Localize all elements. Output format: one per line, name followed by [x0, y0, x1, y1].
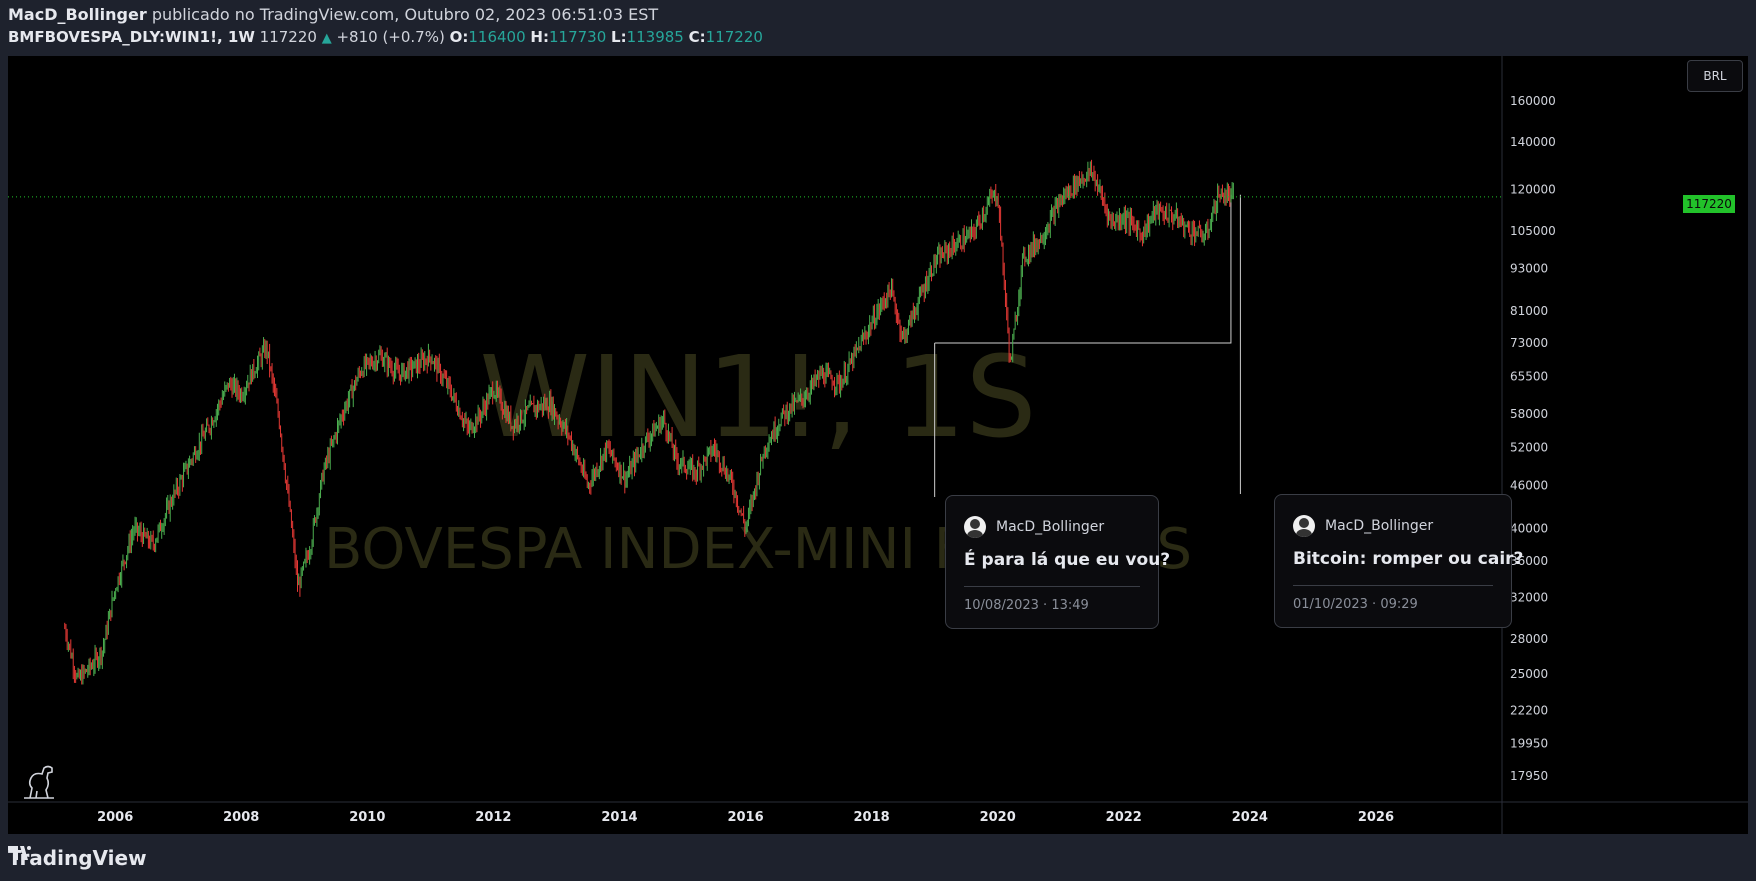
time-tick-label: 2012 [475, 810, 511, 825]
idea-author-name: MacD_Bollinger [1325, 518, 1434, 534]
symbol-info: BMFBOVESPA_DLY:WIN1!, 1W 117220 ▲ +810 (… [8, 28, 763, 46]
tradingview-logo[interactable]: TradingView [8, 846, 147, 870]
last-value: 117220 [259, 28, 317, 46]
open-value: 116400 [468, 28, 526, 46]
time-tick-label: 2014 [601, 810, 637, 825]
price-tick-label: 140000 [1510, 135, 1556, 149]
close-value: 117220 [705, 28, 763, 46]
avatar [964, 516, 986, 538]
idea-card-2[interactable]: MacD_Bollinger Bitcoin: romper ou cair? … [1274, 494, 1523, 628]
open-label: O: [449, 28, 469, 46]
price-tick-label: 120000 [1510, 183, 1556, 197]
idea-author[interactable]: MacD_Bollinger [964, 516, 1104, 538]
price-tick-label: 93000 [1510, 261, 1548, 275]
price-tick-label: 52000 [1510, 441, 1548, 455]
idea-title[interactable]: Bitcoin: romper ou cair? [1293, 549, 1523, 569]
up-arrow-icon: ▲ [321, 31, 332, 46]
price-tick-label: 105000 [1510, 224, 1556, 238]
avatar [1293, 515, 1315, 537]
symbol-name: BMFBOVESPA_DLY:WIN1!, 1W [8, 28, 255, 46]
price-tick-label: 22200 [1510, 703, 1548, 717]
idea-date: 01/10/2023 · 09:29 [1293, 597, 1418, 612]
high-value: 117730 [548, 28, 607, 46]
price-tick-label: 25000 [1510, 667, 1548, 681]
price-tick-label: 40000 [1510, 522, 1548, 536]
published-text: publicado no TradingView.com, Outubro 02… [151, 5, 659, 24]
publish-info: MacD_Bollinger publicado no TradingView.… [8, 5, 658, 24]
time-tick-label: 2010 [349, 810, 385, 825]
idea-card-1[interactable]: MacD_Bollinger É para lá que eu vou? 10/… [945, 495, 1170, 629]
time-tick-label: 2018 [854, 810, 890, 825]
currency-button[interactable]: BRL [1687, 60, 1743, 92]
price-tick-label: 160000 [1510, 94, 1556, 108]
idea-date: 10/08/2023 · 13:49 [964, 598, 1089, 613]
last-price-tag: 117220 [1683, 195, 1735, 213]
time-tick-label: 2024 [1232, 810, 1268, 825]
idea-author[interactable]: MacD_Bollinger [1293, 515, 1433, 537]
close-label: C: [688, 28, 706, 46]
time-tick-label: 2022 [1106, 810, 1142, 825]
divider [964, 586, 1140, 587]
low-value: 113985 [626, 28, 684, 46]
time-tick-label: 2020 [980, 810, 1016, 825]
time-tick-label: 2026 [1358, 810, 1394, 825]
chart-area[interactable]: WIN1!, 1S BOVESPA INDEX-MINI FUTURES 16000… [8, 56, 1748, 834]
divider [1293, 585, 1493, 586]
price-tick-label: 17950 [1510, 769, 1548, 783]
idea-author-name: MacD_Bollinger [996, 519, 1105, 535]
price-tick-label: 58000 [1510, 407, 1548, 421]
price-chart[interactable]: WIN1!, 1SBOVESPA INDEX-MINI FUTURES16000… [8, 56, 1748, 834]
watermark-symbol: WIN1!, 1S [479, 333, 1036, 463]
time-tick-label: 2016 [727, 810, 763, 825]
high-label: H: [530, 28, 549, 46]
change-value: +810 (+0.7%) [336, 28, 445, 46]
dinosaur-icon[interactable] [22, 764, 56, 800]
price-tick-label: 65500 [1510, 369, 1548, 383]
author-name[interactable]: MacD_Bollinger [8, 5, 147, 24]
low-label: L: [611, 28, 627, 46]
price-tick-label: 81000 [1510, 304, 1548, 318]
time-tick-label: 2006 [97, 810, 133, 825]
tradingview-logo-icon [8, 846, 31, 860]
time-tick-label: 2008 [223, 810, 259, 825]
price-tick-label: 46000 [1510, 479, 1548, 493]
price-tick-label: 19950 [1510, 736, 1548, 750]
price-tick-label: 73000 [1510, 336, 1548, 350]
price-tick-label: 32000 [1510, 591, 1548, 605]
price-tick-label: 28000 [1510, 632, 1548, 646]
idea-title[interactable]: É para lá que eu vou? [964, 550, 1170, 570]
